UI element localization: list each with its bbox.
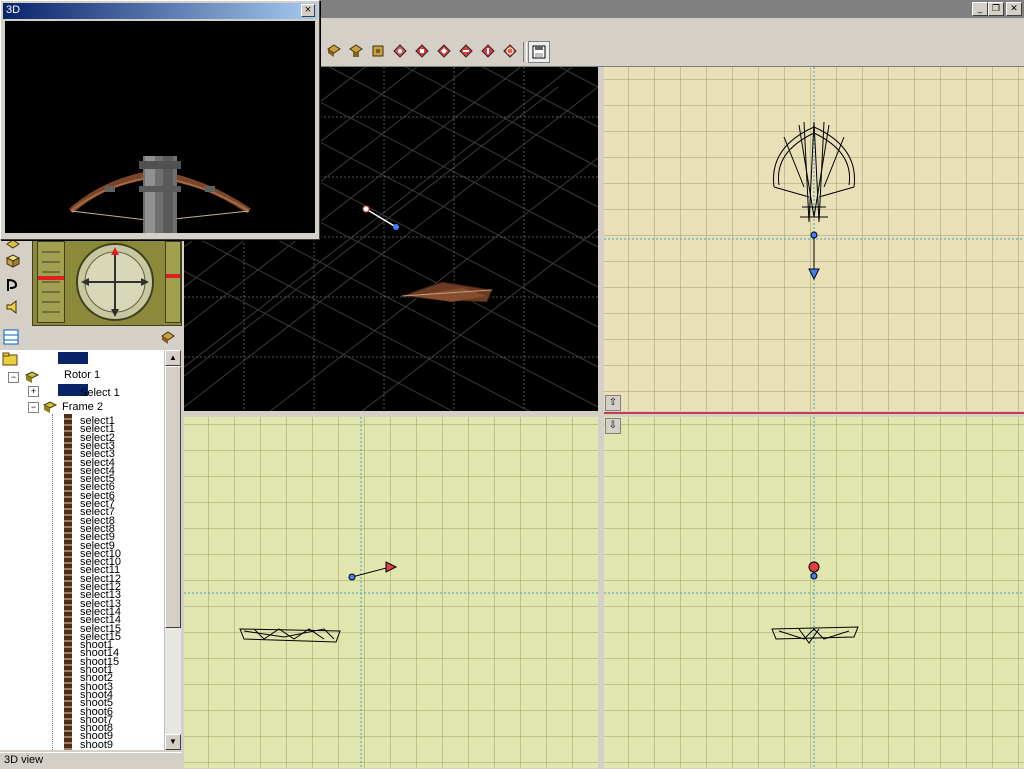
view-icon-2[interactable]	[346, 41, 366, 61]
crossbow-back-wireframe	[771, 626, 859, 644]
target-handle-side	[810, 572, 818, 580]
side-axes	[604, 417, 1024, 768]
status-text: 3D view	[4, 754, 44, 766]
expand-toggle[interactable]: +	[28, 386, 39, 397]
floating-window-titlebar[interactable]: 3D ×	[3, 3, 317, 19]
3d-preview-render[interactable]	[5, 21, 315, 233]
objects-icon[interactable]	[160, 330, 176, 346]
save-icon[interactable]	[528, 41, 550, 63]
floating-window-title: 3D	[6, 4, 21, 16]
grid-icon[interactable]	[2, 328, 20, 346]
scroll-thumb[interactable]	[165, 366, 181, 628]
top-viewport[interactable]: ⇧	[604, 67, 1024, 411]
keyframe-strip	[64, 414, 72, 750]
toolbar-separator	[523, 42, 527, 62]
target-handle-front	[348, 573, 356, 581]
zoom-slider[interactable]	[37, 241, 65, 323]
scene-tree[interactable]: − Rotor 1 + Select 1 − Frame 2 select1 se…	[0, 350, 164, 750]
active-viewport-indicator	[604, 412, 1024, 414]
cube-icon[interactable]	[4, 252, 22, 270]
front-axes	[184, 417, 598, 768]
navigation-compass[interactable]	[32, 238, 182, 326]
tree-scrollbar[interactable]: ▲ ▼	[164, 350, 181, 750]
target-handle-top	[810, 231, 818, 239]
view-icon-9[interactable]	[500, 41, 520, 61]
view-icon-7[interactable]	[456, 41, 476, 61]
close-icon[interactable]: ×	[301, 4, 315, 17]
minimize-icon[interactable]: _	[972, 2, 988, 16]
path-icon[interactable]	[4, 276, 22, 294]
tree-node-rotor[interactable]: Rotor 1	[64, 370, 100, 381]
speaker-icon[interactable]	[4, 298, 22, 316]
view-icon-4[interactable]	[390, 41, 410, 61]
camera-handle	[362, 205, 370, 213]
top-axes	[604, 67, 1024, 411]
tilt-slider[interactable]	[165, 241, 181, 323]
tree-node-select[interactable]: Select 1	[80, 388, 120, 399]
floating-3d-window[interactable]: 3D ×	[0, 0, 320, 240]
compass-dial[interactable]	[73, 241, 157, 323]
view-icon-8[interactable]	[478, 41, 498, 61]
collapse-toggle[interactable]: −	[8, 372, 19, 383]
view-icon-3[interactable]	[368, 41, 388, 61]
scroll-up-arrow-icon[interactable]: ▲	[165, 350, 181, 366]
camera-handle-front	[385, 561, 398, 573]
arrow-down-icon[interactable]: ⇩	[605, 418, 621, 434]
crossbow-side-wireframe	[239, 628, 341, 643]
camera-handle-side	[808, 561, 820, 573]
tree-node-frame[interactable]: Frame 2	[62, 402, 103, 413]
crossbow-render	[69, 156, 251, 233]
selected-node-highlight	[58, 352, 88, 364]
arrow-up-icon[interactable]: ⇧	[605, 395, 621, 411]
view-icon-1[interactable]	[324, 41, 344, 61]
camera-handle-top	[808, 268, 820, 281]
tree-guide-line	[52, 414, 54, 750]
close-icon[interactable]: ✕	[1006, 2, 1022, 16]
node-icon-rotor	[24, 370, 40, 384]
status-bar: 3D view	[0, 752, 182, 769]
folder-icon	[2, 352, 18, 366]
side-viewport[interactable]: ⇩	[604, 417, 1024, 768]
restore-icon[interactable]: ❐	[988, 2, 1004, 16]
front-viewport[interactable]	[184, 417, 598, 768]
tree-row-item[interactable]: shoot9	[80, 739, 113, 750]
collapse-toggle-2[interactable]: −	[28, 402, 39, 413]
scroll-down-arrow-icon[interactable]: ▼	[165, 734, 181, 750]
vertical-splitter[interactable]	[598, 67, 604, 768]
view-icon-6[interactable]	[434, 41, 454, 61]
node-icon-frame	[42, 400, 58, 414]
target-handle	[393, 224, 399, 230]
view-icon-5[interactable]	[412, 41, 432, 61]
